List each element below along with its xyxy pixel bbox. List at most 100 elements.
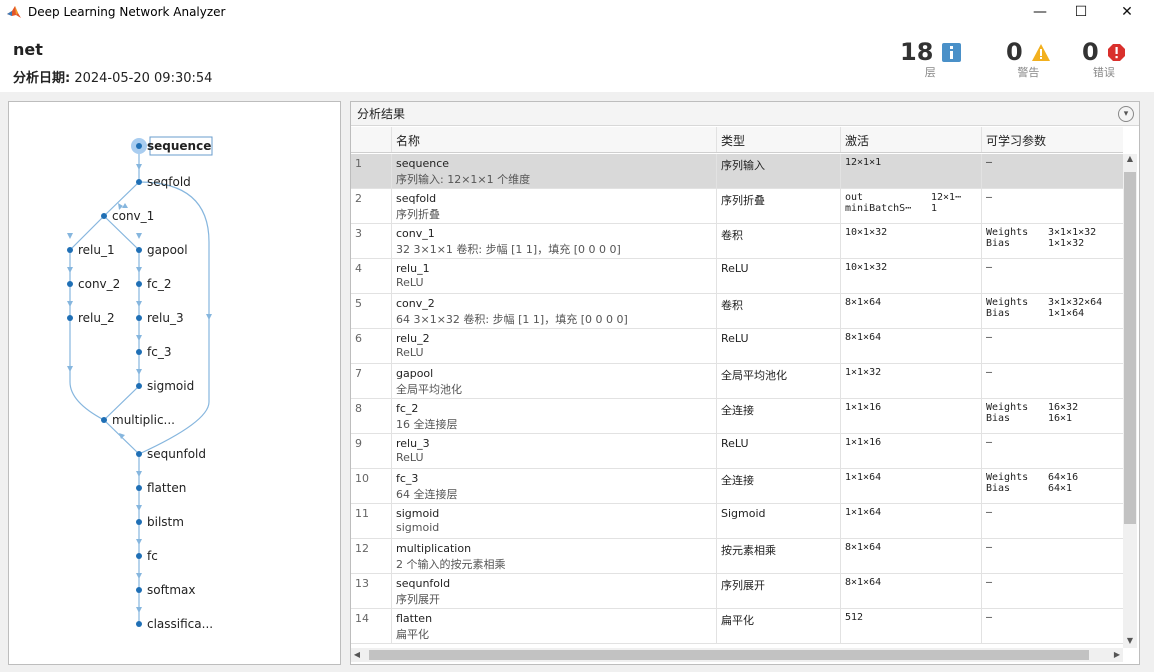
- collapse-button[interactable]: ▾: [1118, 106, 1134, 122]
- layer-learnables: –: [986, 332, 993, 343]
- graph-node-label[interactable]: classifica...: [147, 617, 213, 631]
- table-row[interactable]: 14 flatten 扁平化 扁平化 512–: [351, 609, 1123, 644]
- table-row[interactable]: 2 seqfold 序列折叠 序列折叠 out 12×1⋯ miniBatchS⋯ 1–: [351, 189, 1123, 224]
- graph-node[interactable]: gapool: [136, 243, 188, 257]
- graph-node[interactable]: flatten: [136, 481, 186, 495]
- graph-node-label[interactable]: multiplic...: [112, 413, 175, 427]
- graph-node-dot[interactable]: [136, 383, 142, 389]
- graph-node-dot[interactable]: [136, 349, 142, 355]
- graph-node-label[interactable]: bilstm: [147, 515, 184, 529]
- graph-node-label[interactable]: conv_1: [112, 209, 154, 223]
- graph-node-label[interactable]: fc_3: [147, 345, 171, 359]
- horizontal-scroll-thumb[interactable]: [369, 650, 1089, 660]
- header-learnables[interactable]: 可学习参数: [982, 127, 1123, 152]
- layer-type: 序列折叠: [717, 189, 841, 223]
- close-button[interactable]: ✕: [1104, 0, 1150, 24]
- errors-label: 错误: [1092, 66, 1115, 79]
- graph-node-label[interactable]: conv_2: [78, 277, 120, 291]
- graph-node-dot[interactable]: [136, 553, 142, 559]
- layer-name: fc_2: [396, 402, 419, 415]
- graph-node-label[interactable]: sequence: [147, 139, 211, 153]
- layer-name: sigmoid: [396, 507, 440, 520]
- graph-node[interactable]: bilstm: [136, 515, 184, 529]
- graph-node-dot[interactable]: [136, 281, 142, 287]
- graph-node-dot[interactable]: [136, 587, 142, 593]
- row-name-cell: fc_3 64 全连接层: [392, 469, 717, 503]
- graph-node-label[interactable]: relu_3: [147, 311, 184, 325]
- scroll-left-icon[interactable]: ◀: [351, 648, 363, 662]
- table-row[interactable]: 10 fc_3 64 全连接层 全连接 1×1×64 Weights 64×16 Bias 64…: [351, 469, 1123, 504]
- graph-node-dot[interactable]: [136, 621, 142, 627]
- graph-node-dot[interactable]: [136, 315, 142, 321]
- table-row[interactable]: 9 relu_3 ReLU ReLU 1×1×16–: [351, 434, 1123, 469]
- graph-node-label[interactable]: relu_1: [78, 243, 115, 257]
- horizontal-scrollbar[interactable]: ◀ ▶: [351, 648, 1123, 662]
- vertical-scrollbar[interactable]: ▲ ▼: [1123, 154, 1137, 648]
- table-row[interactable]: 7 gapool 全局平均池化 全局平均池化 1×1×32–: [351, 364, 1123, 399]
- scroll-right-icon[interactable]: ▶: [1111, 648, 1123, 662]
- row-name-cell: seqfold 序列折叠: [392, 189, 717, 223]
- graph-node[interactable]: conv_2: [67, 277, 120, 291]
- graph-node-label[interactable]: fc: [147, 549, 158, 563]
- graph-node-label[interactable]: flatten: [147, 481, 186, 495]
- graph-node-dot[interactable]: [136, 143, 142, 149]
- table-row[interactable]: 8 fc_2 16 全连接层 全连接 1×1×16 Weights 16×32 Bias 16×…: [351, 399, 1123, 434]
- maximize-button[interactable]: ☐: [1058, 0, 1104, 24]
- table-row[interactable]: 11 sigmoid sigmoid Sigmoid 1×1×64–: [351, 504, 1123, 539]
- graph-node-label[interactable]: fc_2: [147, 277, 171, 291]
- graph-node[interactable]: sequnfold: [136, 447, 206, 461]
- table-row[interactable]: 3 conv_1 32 3×1×1 卷积: 步幅 [1 1]，填充 [0 0 0 0…: [351, 224, 1123, 259]
- graph-node-label[interactable]: sigmoid: [147, 379, 194, 393]
- graph-node[interactable]: fc_3: [136, 345, 171, 359]
- header-activation[interactable]: 激活: [841, 127, 982, 152]
- header-index[interactable]: [351, 127, 392, 152]
- results-table[interactable]: 名称 类型 激活 可学习参数 1 sequence 序列输入: 12×1×1 个维度…: [351, 127, 1123, 647]
- table-row[interactable]: 6 relu_2 ReLU ReLU 8×1×64–: [351, 329, 1123, 364]
- warnings-stat[interactable]: 0 警告: [1006, 38, 1051, 80]
- graph-node-label[interactable]: gapool: [147, 243, 188, 257]
- header-name[interactable]: 名称: [392, 127, 717, 152]
- graph-node-dot[interactable]: [101, 417, 107, 423]
- graph-node-label[interactable]: seqfold: [147, 175, 191, 189]
- graph-node-dot[interactable]: [136, 485, 142, 491]
- table-row[interactable]: 1 sequence 序列输入: 12×1×1 个维度 序列输入 12×1×1–: [351, 154, 1123, 189]
- graph-node-dot[interactable]: [101, 213, 107, 219]
- graph-node[interactable]: relu_3: [136, 311, 184, 325]
- graph-node[interactable]: fc: [136, 549, 158, 563]
- graph-node[interactable]: classifica...: [136, 617, 213, 631]
- analysis-date-value: 2024-05-20 09:30:54: [74, 71, 213, 86]
- graph-node-dot[interactable]: [136, 451, 142, 457]
- graph-node[interactable]: sequence: [131, 136, 213, 156]
- network-graph-panel[interactable]: sequence seqfold conv_1 relu_1 gapool conv_2 f…: [8, 101, 341, 665]
- vertical-scroll-thumb[interactable]: [1124, 172, 1136, 524]
- graph-node-dot[interactable]: [67, 315, 73, 321]
- table-row[interactable]: 13 sequnfold 序列展开 序列展开 8×1×64–: [351, 574, 1123, 609]
- graph-node[interactable]: fc_2: [136, 277, 171, 291]
- graph-nodes[interactable]: sequenceseqfoldconv_1relu_1 gapoolconv_2 f…: [9, 102, 342, 666]
- graph-node-dot[interactable]: [136, 247, 142, 253]
- graph-node[interactable]: relu_2: [67, 311, 115, 325]
- table-row[interactable]: 5 conv_2 64 3×1×32 卷积: 步幅 [1 1]，填充 [0 0 0 …: [351, 294, 1123, 329]
- layers-stat[interactable]: 18 层: [900, 38, 961, 80]
- errors-stat[interactable]: 0 错误: [1082, 38, 1126, 80]
- header-type[interactable]: 类型: [717, 127, 841, 152]
- graph-node-dot[interactable]: [136, 179, 142, 185]
- graph-node[interactable]: relu_1: [67, 243, 115, 257]
- graph-node-dot[interactable]: [136, 519, 142, 525]
- scroll-up-icon[interactable]: ▲: [1123, 154, 1137, 166]
- graph-node-dot[interactable]: [67, 281, 73, 287]
- graph-node[interactable]: multiplic...: [101, 413, 175, 427]
- graph-node-label[interactable]: sequnfold: [147, 447, 206, 461]
- scroll-down-icon[interactable]: ▼: [1123, 636, 1137, 648]
- table-row[interactable]: 12 multiplication 2 个输入的按元素相乘 按元素相乘 8×1×64–: [351, 539, 1123, 574]
- graph-node[interactable]: sigmoid: [136, 379, 194, 393]
- graph-node-dot[interactable]: [67, 247, 73, 253]
- minimize-button[interactable]: —: [1017, 0, 1063, 24]
- graph-node-label[interactable]: relu_2: [78, 311, 115, 325]
- graph-node[interactable]: seqfold: [136, 175, 191, 189]
- graph-node-label[interactable]: softmax: [147, 583, 195, 597]
- graph-node[interactable]: conv_1: [101, 209, 154, 223]
- table-row[interactable]: 4 relu_1 ReLU ReLU 10×1×32–: [351, 259, 1123, 294]
- graph-node[interactable]: softmax: [136, 583, 195, 597]
- layer-description: 全局平均池化: [396, 383, 462, 396]
